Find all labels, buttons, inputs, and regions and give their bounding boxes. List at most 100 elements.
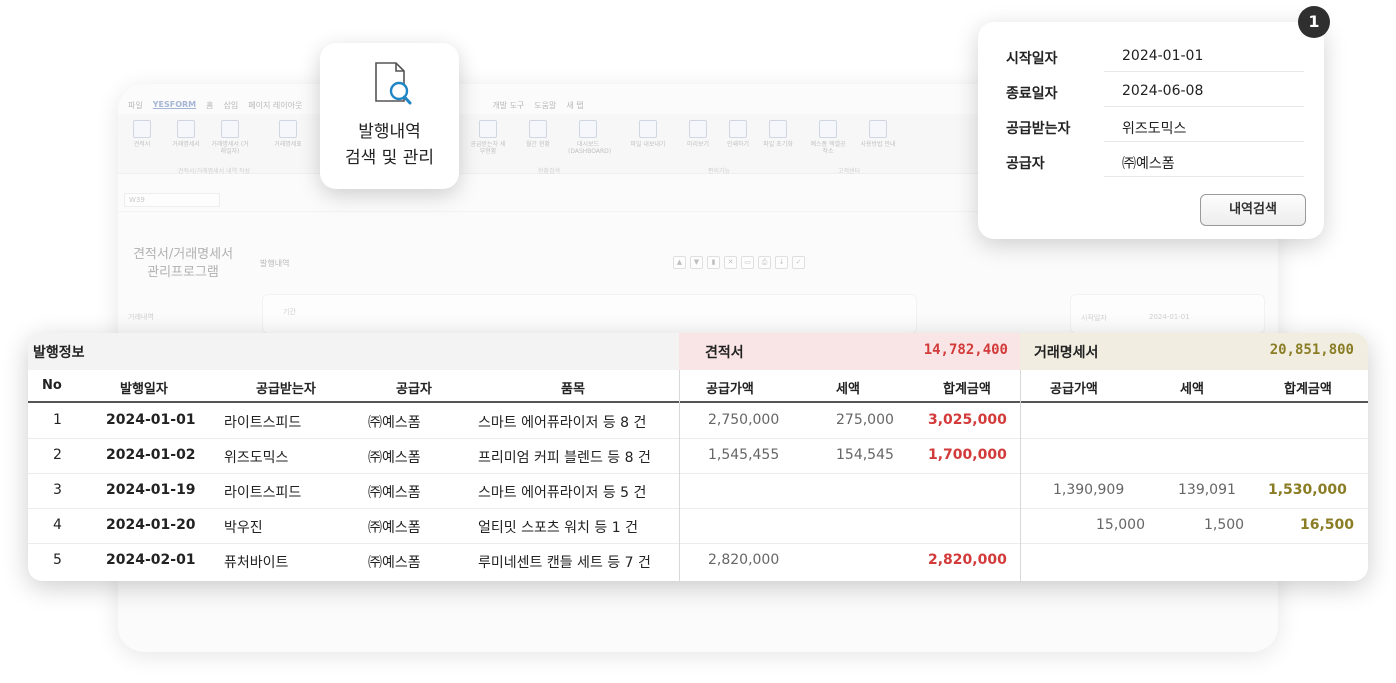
cell-supplier: ㈜예스폼 (368, 485, 421, 501)
ribbon-guide[interactable]: 사용방법 안내 (858, 120, 898, 148)
ribbon-export[interactable]: 파일 내보내기 (628, 120, 668, 148)
column-divider (679, 370, 680, 581)
field-value[interactable]: 2024-06-08 (1122, 83, 1203, 99)
dashboard-icon (579, 120, 597, 138)
column-divider (1020, 370, 1021, 581)
table-row[interactable]: 5 2024-02-01 퓨처바이트 ㈜예스폼 루미네센트 캔들 세트 등 7 … (28, 544, 1368, 579)
cell-est-total: 2,820,000 (928, 552, 1007, 568)
menu-help[interactable]: 도움말 (534, 100, 556, 111)
close-icon[interactable]: ✕ (724, 256, 737, 269)
menu-yesform[interactable]: YESFORM (153, 100, 196, 111)
ribbon-label: 거래명세서 (거래일자) (211, 141, 249, 156)
cell-no: 1 (53, 412, 62, 428)
ribbon-estimate[interactable]: 견적서 (122, 120, 162, 148)
ribbon-preview[interactable]: 미리보기 (678, 120, 718, 148)
column-header-row: No 발행일자 공급받는자 공급자 품목 공급가액 세액 합계금액 공급가액 세… (28, 370, 1368, 403)
field-value[interactable]: ㈜예스폼 (1122, 153, 1175, 173)
field-value[interactable]: 위즈도믹스 (1122, 118, 1186, 138)
group-info-label: 발행정보 (28, 333, 679, 370)
field-label: 시작일자 (1006, 51, 1058, 67)
grid-icon (479, 120, 497, 138)
group-transaction: 거래명세서 20,851,800 (1020, 333, 1368, 370)
table-row[interactable]: 1 2024-01-01 라이트스피드 ㈜예스폼 스마트 에어퓨라이저 등 8 … (28, 404, 1368, 439)
search-field-buyer[interactable]: 공급받는자 위즈도믹스 (1006, 112, 1306, 144)
cell-est-tax: 275,000 (836, 412, 894, 428)
callout-line2: 검색 및 관리 (344, 148, 434, 168)
field-underline (1104, 106, 1304, 107)
search-button[interactable]: 내역검색 (1200, 194, 1306, 226)
toolbar: ▲ ▼ ▮ ✕ ▭ ⎙ ↓ ✓ (673, 256, 805, 269)
group-transaction-total: 20,851,800 (1269, 342, 1354, 358)
table-row[interactable]: 3 2024-01-19 라이트스피드 ㈜예스폼 스마트 에어퓨라이저 등 5 … (28, 474, 1368, 509)
search-field-start-date[interactable]: 시작일자 2024-01-01 (1006, 42, 1306, 74)
cell-date: 2024-01-01 (106, 412, 196, 428)
ribbon-transaction[interactable]: 거래명세서 (166, 120, 206, 148)
menu-file[interactable]: 파일 (128, 100, 143, 111)
cell-est-tax: 154,545 (836, 447, 894, 463)
start-date-panel: 시작일자 2024-01-01 (1070, 294, 1265, 334)
print-icon[interactable]: ⎙ (758, 256, 771, 269)
ribbon-monthly[interactable]: 월간 현황 (518, 120, 558, 148)
group-estimate: 견적서 14,782,400 (679, 333, 1020, 370)
menu-insert[interactable]: 삽입 (224, 100, 239, 111)
field-underline (1104, 176, 1304, 177)
ribbon-transaction-date[interactable]: 거래명세서 (거래일자) (210, 120, 250, 155)
cell-est-supply: 2,820,000 (708, 552, 780, 568)
group-estimate-label: 견적서 (705, 345, 744, 361)
field-value[interactable]: 2024-01-01 (1122, 48, 1203, 64)
callout-text: 발행내역 검색 및 관리 (320, 119, 459, 171)
app-title: 견적서/거래명세서 관리프로그램 (132, 247, 234, 281)
cell-trx-supply: 15,000 (1096, 517, 1145, 533)
cell-date: 2024-01-19 (106, 482, 196, 498)
left-label: 거래내역 (128, 313, 154, 321)
cell-no: 4 (53, 517, 62, 533)
col-buyer: 공급받는자 (256, 382, 316, 397)
menu-home[interactable]: 홈 (206, 100, 213, 111)
ribbon-dashboard[interactable]: 대시보드 (DASHBOARD) (568, 120, 611, 155)
table-row[interactable]: 2 2024-01-02 위즈도믹스 ㈜예스폼 프리미엄 커피 블렌드 등 8 … (28, 439, 1368, 474)
ribbon-group-label: 편의기능 (708, 168, 731, 175)
search-field-supplier[interactable]: 공급자 ㈜예스폼 (1006, 147, 1306, 179)
feature-callout: 발행내역 검색 및 관리 (320, 43, 459, 189)
issuance-table: 발행정보 견적서 14,782,400 거래명세서 20,851,800 No … (28, 333, 1368, 581)
menu-dev-tools[interactable]: 개발 도구 (492, 100, 524, 111)
check-icon[interactable]: ✓ (792, 256, 805, 269)
info-icon (869, 120, 887, 138)
monitor-icon[interactable]: ▭ (741, 256, 754, 269)
cell-date: 2024-01-20 (106, 517, 196, 533)
printer-icon (729, 120, 747, 138)
start-date-value: 2024-01-01 (1149, 313, 1190, 321)
table-row[interactable]: 4 2024-01-20 박우진 ㈜예스폼 얼티밋 스포츠 워치 등 1 건 1… (28, 509, 1368, 544)
callout-line1: 발행내역 (358, 122, 421, 142)
delete-icon[interactable]: ▮ (707, 256, 720, 269)
group-header-row: 발행정보 견적서 14,782,400 거래명세서 20,851,800 (28, 333, 1368, 370)
ribbon-buyer-detail[interactable]: 공급받는자 세부현황 (468, 120, 508, 155)
move-down-icon[interactable]: ▼ (690, 256, 703, 269)
document-icon (177, 120, 195, 138)
ribbon-label: 월간 현황 (526, 141, 550, 148)
cell-trx-tax: 1,500 (1204, 517, 1245, 533)
cell-buyer: 위즈도믹스 (224, 450, 289, 466)
ribbon-yesform-workshop[interactable]: 예스폼 엑셀공작소 (808, 120, 848, 155)
menu-page-layout[interactable]: 페이지 레이아웃 (248, 100, 302, 111)
move-up-icon[interactable]: ▲ (673, 256, 686, 269)
col-est-total: 합계금액 (943, 382, 991, 397)
col-no: No (42, 378, 62, 393)
ribbon-print[interactable]: 인쇄하기 (718, 120, 758, 148)
cell-trx-total: 1,530,000 (1268, 482, 1347, 498)
cell-supplier: ㈜예스폼 (368, 555, 421, 571)
search-field-end-date[interactable]: 종료일자 2024-06-08 (1006, 77, 1306, 109)
download-icon[interactable]: ↓ (775, 256, 788, 269)
menu-new-tab[interactable]: 새 탭 (566, 100, 583, 111)
document-icon (133, 120, 151, 138)
ribbon-transaction-sheet[interactable]: 거래명세표 (268, 120, 308, 148)
cell-reference-box[interactable]: W39 (124, 193, 220, 207)
col-trx-tax: 세액 (1180, 382, 1204, 397)
ribbon-reset[interactable]: 파일 초기화 (758, 120, 798, 148)
trash-icon (769, 120, 787, 138)
cell-buyer: 박우진 (224, 520, 263, 536)
cell-supplier: ㈜예스폼 (368, 415, 421, 431)
cell-item: 얼티밋 스포츠 워치 등 1 건 (478, 520, 638, 536)
cell-date: 2024-02-01 (106, 552, 196, 568)
col-est-tax: 세액 (836, 382, 860, 397)
